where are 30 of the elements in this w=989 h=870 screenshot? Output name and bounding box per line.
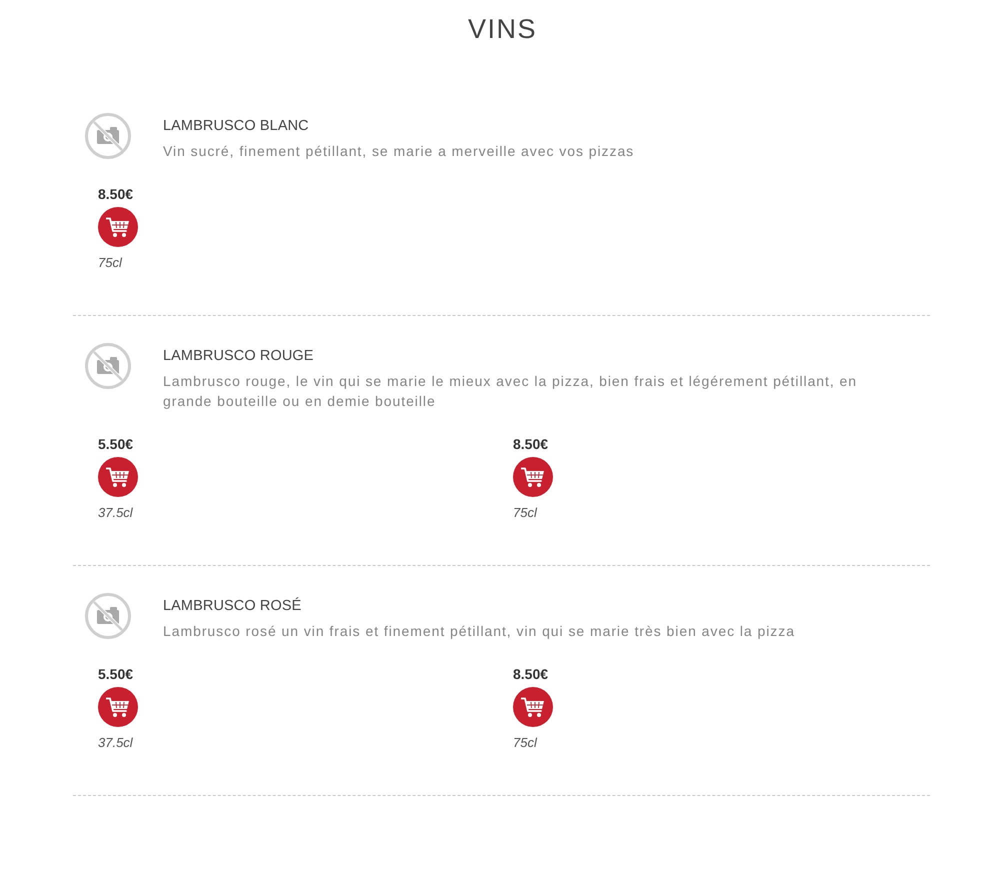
bottle-size: 75cl [98, 255, 122, 271]
wine-description: Vin sucré, finement pétillant, se marie a merveille avec vos pizzas [163, 142, 636, 161]
add-to-cart-button[interactable] [98, 457, 138, 497]
add-to-cart-button[interactable] [98, 687, 138, 727]
wine-name: LAMBRUSCO ROSÉ [163, 597, 302, 615]
cart-icon [106, 466, 130, 488]
bottle-size: 37.5cl [98, 735, 133, 751]
wine-name: LAMBRUSCO BLANC [163, 117, 310, 135]
crossed-camera-icon [85, 113, 131, 159]
wine-description: Lambrusco rouge, le vin qui se marie le mieux avec la pizza, bien frais et légérement pétillant, en grande bouteille ou en demie bouteille [163, 372, 858, 411]
cart-icon [106, 696, 130, 718]
crossed-camera-icon [85, 593, 131, 639]
price: 5.50€ [98, 436, 134, 452]
bottle-size: 75cl [513, 505, 537, 521]
price: 8.50€ [98, 186, 134, 202]
add-to-cart-button[interactable] [98, 207, 138, 247]
wine-description: Lambrusco rosé un vin frais et finement pétillant, vin qui se marie très bien avec la pizza [163, 622, 796, 641]
bottle-size: 37.5cl [98, 505, 133, 521]
cart-icon [521, 466, 545, 488]
section-title: VINS [466, 13, 538, 45]
cart-icon [521, 696, 545, 718]
add-to-cart-button[interactable] [513, 687, 553, 727]
price: 5.50€ [98, 666, 134, 682]
cart-icon [106, 216, 130, 238]
crossed-camera-icon [85, 343, 131, 389]
price: 8.50€ [513, 666, 548, 682]
bottle-size: 75cl [513, 735, 537, 751]
add-to-cart-button[interactable] [513, 457, 553, 497]
price: 8.50€ [513, 436, 548, 452]
wine-name: LAMBRUSCO ROUGE [163, 347, 315, 365]
